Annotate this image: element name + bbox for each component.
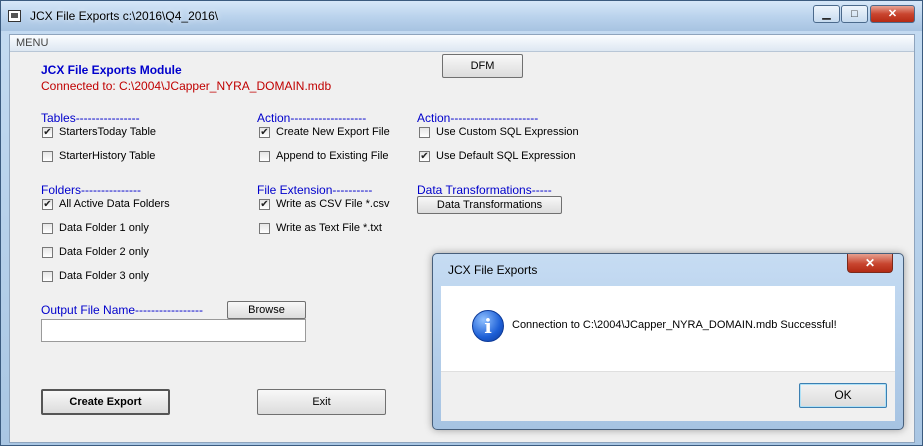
checkbox-box[interactable] bbox=[42, 247, 53, 258]
window-title: JCX File Exports c:\2016\Q4_2016\ bbox=[30, 9, 219, 23]
dialog-footer: OK bbox=[441, 371, 895, 421]
checkbox-label: StarterHistory Table bbox=[59, 150, 156, 162]
dialog-title: JCX File Exports bbox=[448, 263, 538, 277]
module-title: JCX File Exports Module bbox=[41, 63, 182, 77]
checkbox-box[interactable] bbox=[259, 223, 270, 234]
ok-button[interactable]: OK bbox=[799, 383, 887, 408]
title-bar[interactable]: JCX File Exports c:\2016\Q4_2016\ ▁ □ ✕ bbox=[1, 1, 922, 31]
output-file-label: Output File Name----------------- bbox=[41, 303, 203, 317]
checkbox-box[interactable] bbox=[42, 151, 53, 162]
checkbox-label: Data Folder 1 only bbox=[59, 222, 149, 234]
checkbox-box[interactable]: ✔ bbox=[419, 151, 430, 162]
dfm-button[interactable]: DFM bbox=[442, 54, 523, 78]
data-transformations-button[interactable]: Data Transformations bbox=[417, 196, 562, 214]
dialog-body: i Connection to C:\2004\JCapper_NYRA_DOM… bbox=[441, 286, 895, 371]
minimize-button[interactable]: ▁ bbox=[813, 5, 840, 23]
app-icon bbox=[8, 10, 21, 22]
menu-item[interactable]: MENU bbox=[16, 37, 48, 49]
maximize-button[interactable]: □ bbox=[841, 5, 868, 23]
sql-action-heading: Action---------------------- bbox=[417, 111, 539, 125]
checkbox-label: Use Custom SQL Expression bbox=[436, 126, 579, 138]
checkbox-box[interactable]: ✔ bbox=[42, 127, 53, 138]
browse-button[interactable]: Browse bbox=[227, 301, 306, 319]
checkbox-label: Append to Existing File bbox=[276, 150, 389, 162]
message-dialog: JCX File Exports ✕ i Connection to C:\20… bbox=[432, 253, 904, 430]
file-extension-heading: File Extension---------- bbox=[257, 183, 373, 197]
checkbox-box[interactable] bbox=[419, 127, 430, 138]
transformations-heading: Data Transformations----- bbox=[417, 183, 552, 197]
close-button[interactable]: ✕ bbox=[870, 5, 915, 23]
checkbox-box[interactable]: ✔ bbox=[259, 127, 270, 138]
checkbox-label: Data Folder 2 only bbox=[59, 246, 149, 258]
output-file-input[interactable] bbox=[41, 319, 306, 342]
dialog-close-button[interactable]: ✕ bbox=[847, 254, 893, 273]
menu-bar: MENU bbox=[10, 35, 914, 52]
dialog-message: Connection to C:\2004\JCapper_NYRA_DOMAI… bbox=[512, 319, 837, 331]
tables-heading: Tables---------------- bbox=[41, 111, 140, 125]
exit-button[interactable]: Exit bbox=[257, 389, 386, 415]
checkbox-label: Create New Export File bbox=[276, 126, 390, 138]
checkbox-label: StartersToday Table bbox=[59, 126, 157, 138]
checkbox-box[interactable]: ✔ bbox=[42, 199, 53, 210]
info-icon: i bbox=[472, 310, 504, 342]
checkbox-label: Write as CSV File *.csv bbox=[276, 198, 390, 210]
create-export-button[interactable]: Create Export bbox=[41, 389, 170, 415]
checkbox-label: Use Default SQL Expression bbox=[436, 150, 576, 162]
action-heading: Action------------------- bbox=[257, 111, 367, 125]
checkbox-box[interactable] bbox=[259, 151, 270, 162]
checkbox-box[interactable] bbox=[42, 271, 53, 282]
checkbox-box[interactable] bbox=[42, 223, 53, 234]
checkbox-label: All Active Data Folders bbox=[59, 198, 170, 210]
connection-status: Connected to: C:\2004\JCapper_NYRA_DOMAI… bbox=[41, 79, 332, 93]
folders-heading: Folders--------------- bbox=[41, 183, 141, 197]
checkbox-label: Data Folder 3 only bbox=[59, 270, 149, 282]
checkbox-box[interactable]: ✔ bbox=[259, 199, 270, 210]
checkbox-label: Write as Text File *.txt bbox=[276, 222, 382, 234]
